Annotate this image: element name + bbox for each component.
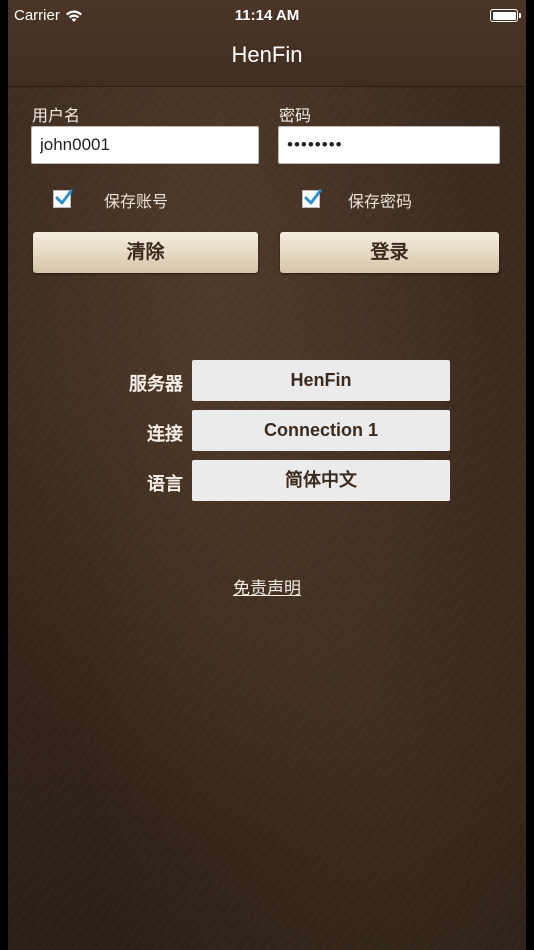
username-input[interactable] [31, 126, 259, 164]
connection-selector[interactable]: Connection 1 [192, 410, 450, 451]
save-account-checkbox[interactable] [53, 189, 73, 208]
battery-icon [490, 9, 521, 22]
language-label: 语言 [147, 474, 183, 495]
save-password-label: 保存密码 [348, 192, 413, 211]
status-bar: Carrier 11:14 AM [8, 0, 526, 32]
server-label: 服务器 [129, 374, 183, 395]
checkmark-icon [304, 189, 322, 205]
save-password-checkbox[interactable] [302, 189, 322, 208]
page-title: HenFin [231, 42, 303, 67]
app-screen: Carrier 11:14 AM HenFin 用户名 密码 保存账号 [8, 0, 526, 950]
status-time: 11:14 AM [234, 7, 300, 24]
username-label: 用户名 [32, 106, 81, 125]
password-label: 密码 [279, 106, 312, 125]
language-selector[interactable]: 简体中文 [192, 460, 450, 501]
server-selector[interactable]: HenFin [192, 360, 450, 401]
save-account-label: 保存账号 [104, 192, 169, 211]
connection-label: 连接 [147, 424, 183, 445]
disclaimer-link[interactable]: 免责声明 [8, 574, 526, 599]
checkmark-icon [55, 189, 73, 205]
nav-header: Carrier 11:14 AM HenFin [8, 0, 526, 87]
login-button[interactable]: 登录 [280, 232, 499, 273]
clear-button[interactable]: 清除 [33, 232, 258, 273]
password-input[interactable] [278, 126, 500, 164]
